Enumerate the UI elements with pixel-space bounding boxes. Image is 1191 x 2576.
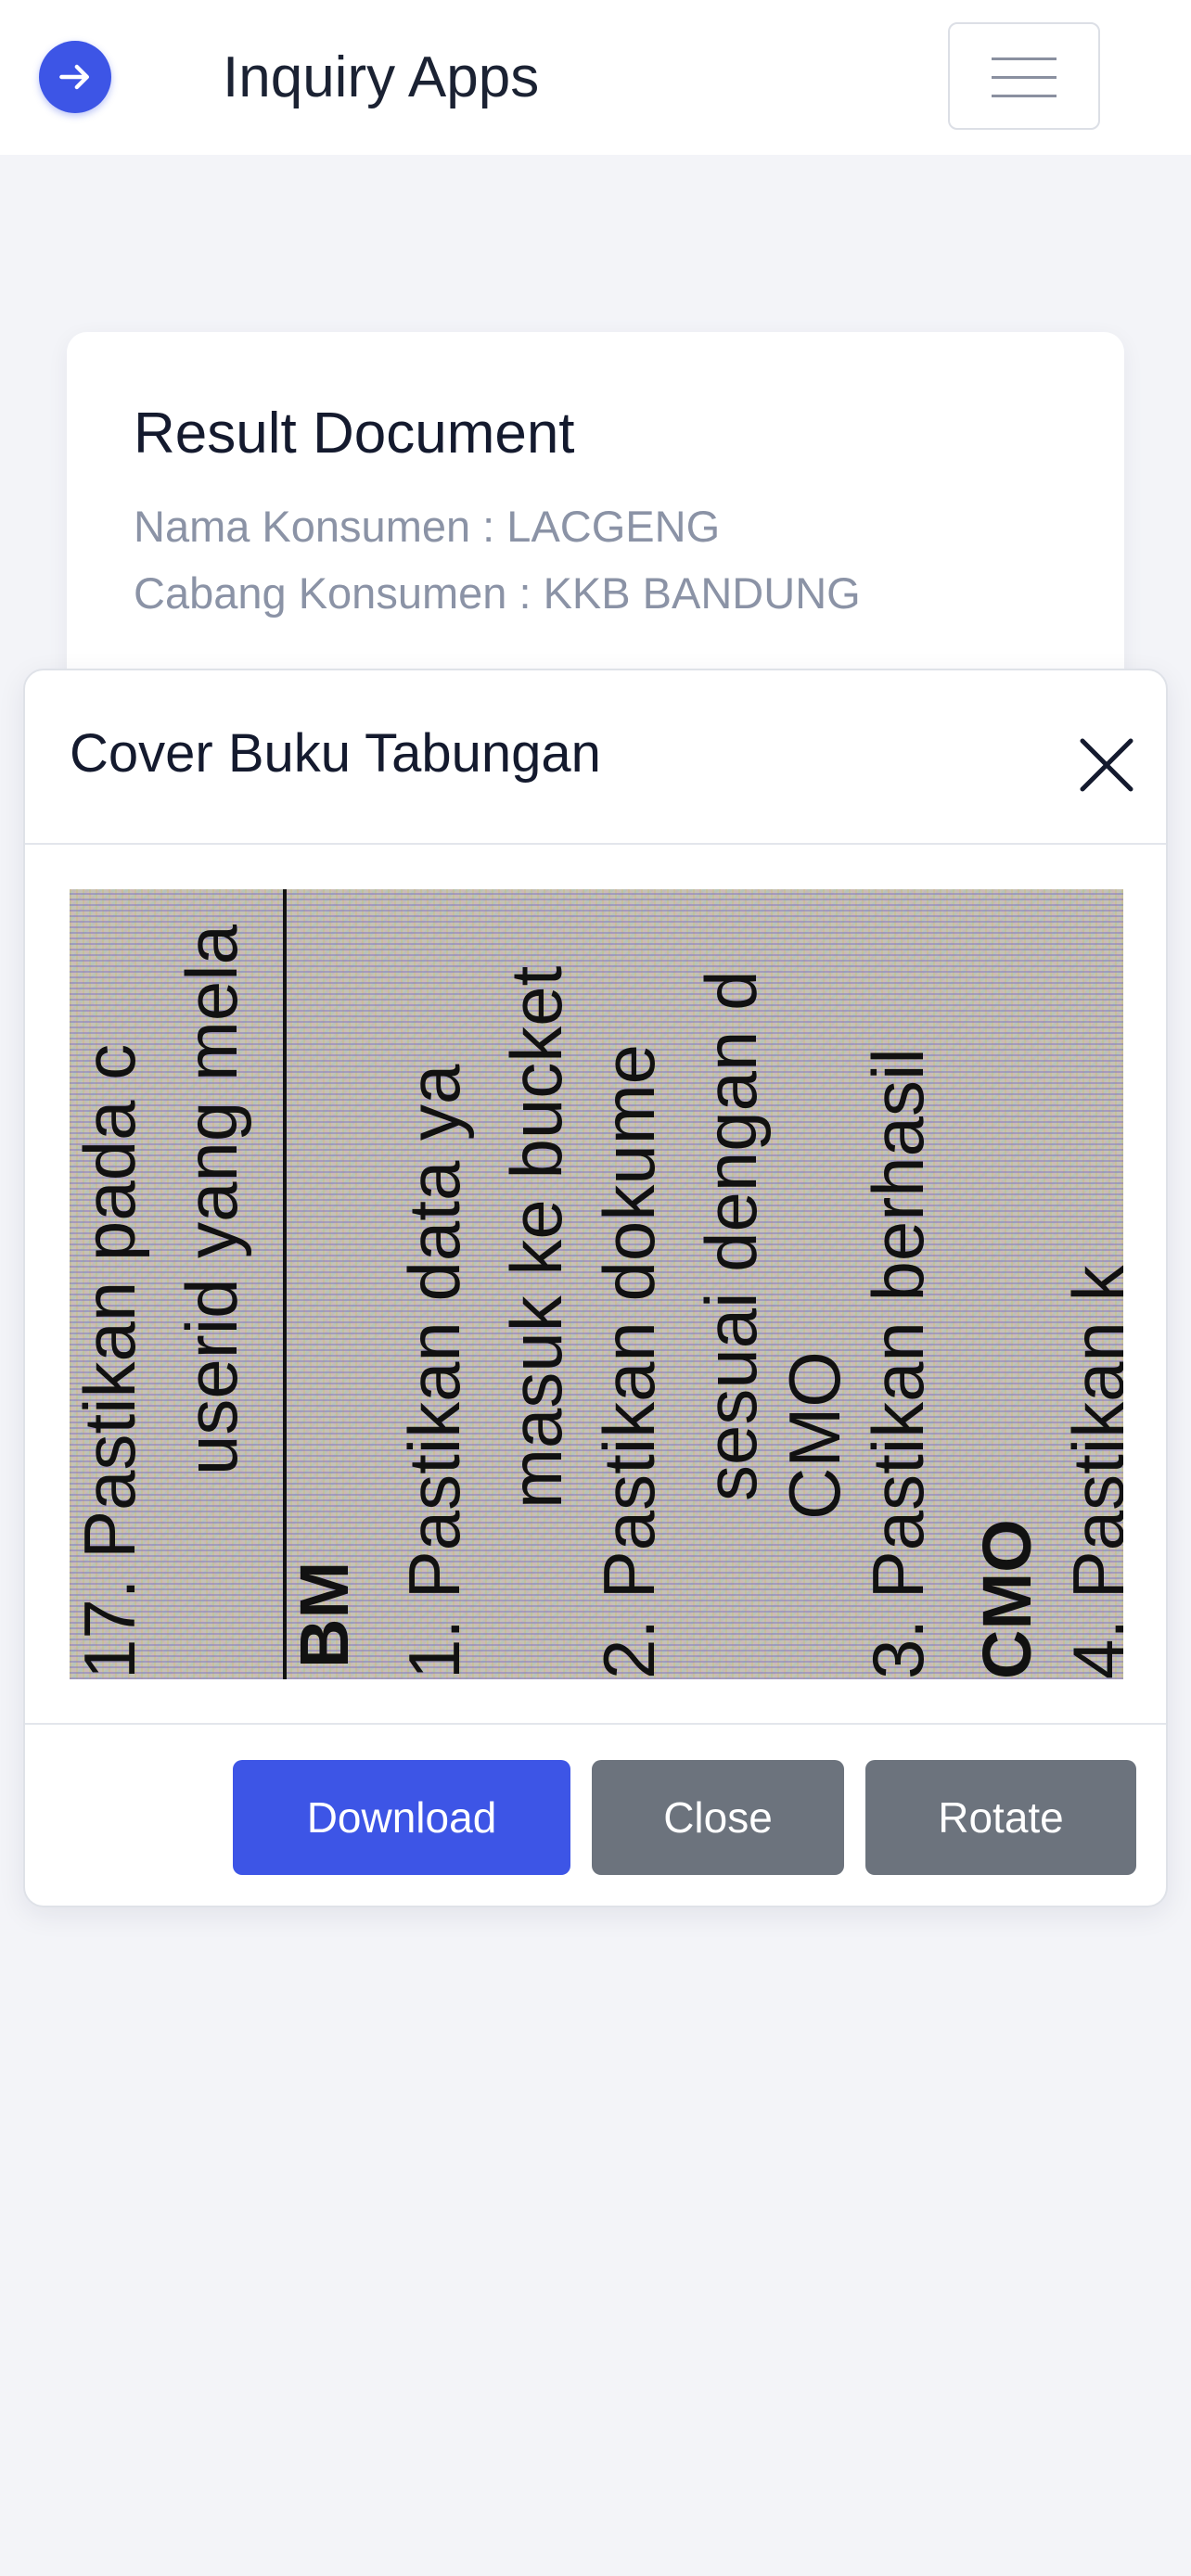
result-document-card: Result Document Nama Konsumen : LACGENG … (67, 332, 1124, 721)
cabang-konsumen: Cabang Konsumen : KKB BANDUNG (134, 568, 861, 618)
doc-line: BM (286, 1562, 363, 1668)
modal-header-divider (25, 843, 1166, 845)
doc-line: 3. Pastikan berhasil (857, 1048, 939, 1679)
modal-title: Cover Buku Tabungan (70, 723, 601, 784)
document-image: 17. Pastikan pada c userid yang mela BM … (70, 889, 1123, 1679)
doc-line: masuk ke bucket (495, 965, 577, 1509)
result-title: Result Document (134, 402, 575, 465)
doc-line: 17. Pastikan pada c (70, 1044, 150, 1679)
doc-line: userid yang mela (171, 924, 252, 1475)
download-button[interactable]: Download (233, 1760, 570, 1875)
close-icon[interactable] (1073, 732, 1140, 798)
nama-konsumen: Nama Konsumen : LACGENG (134, 502, 721, 551)
hamburger-icon (992, 57, 1057, 60)
navbar: Inquiry Apps (0, 0, 1191, 155)
close-button[interactable]: Close (592, 1760, 844, 1875)
doc-line: CMO (968, 1519, 1045, 1679)
modal-footer-divider (25, 1723, 1166, 1725)
document-modal: Cover Buku Tabungan 17. Pastikan pada c … (23, 669, 1168, 1907)
doc-line: 2. Pastikan dokume (588, 1044, 670, 1679)
doc-line: CMO (774, 1351, 855, 1520)
menu-toggle-button[interactable] (948, 22, 1100, 130)
doc-line: sesuai dengan d (690, 971, 772, 1501)
rotate-button[interactable]: Rotate (865, 1760, 1136, 1875)
doc-line: 4. Pastikan k (1057, 1264, 1123, 1679)
arrow-right-circle-icon[interactable] (39, 41, 111, 113)
doc-line: 1. Pastikan data ya (393, 1064, 475, 1679)
app-title: Inquiry Apps (223, 45, 540, 109)
